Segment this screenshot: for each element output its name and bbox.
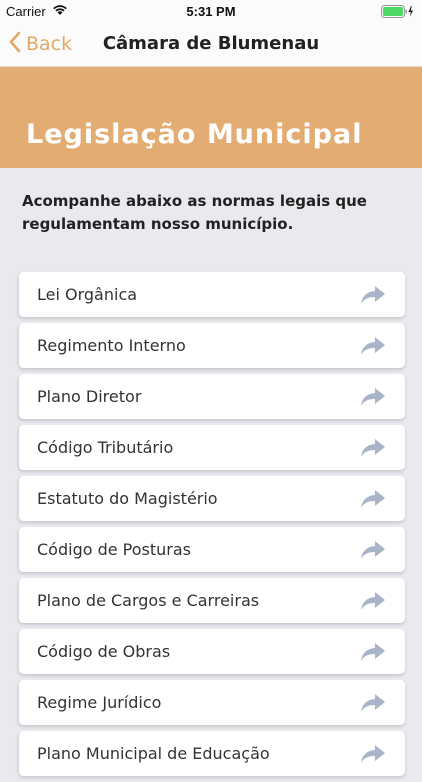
list-item-label: Regimento Interno (37, 336, 186, 355)
list-item-label: Plano de Cargos e Carreiras (37, 591, 260, 610)
status-time: 5:31 PM (186, 4, 236, 19)
list-item-label: Estatuto do Magistério (37, 489, 218, 508)
list-item[interactable]: Plano de Cargos e Carreiras (18, 578, 405, 623)
list-item-label: Plano Municipal de Educação (37, 744, 270, 763)
share-arrow-icon (359, 743, 387, 765)
list-item[interactable]: Lei Orgânica (18, 272, 405, 317)
list-item[interactable]: Plano Municipal de Educação (18, 731, 405, 776)
status-bar: Carrier 5:31 PM (0, 0, 422, 22)
page-title: Legislação Municipal (26, 119, 363, 150)
list-item-label: Código Tributário (37, 438, 174, 457)
list-item-label: Plano Diretor (37, 387, 142, 406)
list-item-label: Código de Posturas (37, 540, 192, 559)
list-item[interactable]: Estatuto do Magistério (18, 476, 405, 521)
list-item[interactable]: Código de Posturas (18, 527, 405, 572)
list-item-label: Lei Orgânica (37, 285, 138, 304)
list-item[interactable]: Código de Obras (18, 629, 405, 674)
nav-title: Câmara de Blumenau (102, 33, 320, 54)
list-item[interactable]: Plano Diretor (18, 374, 405, 419)
share-arrow-icon (359, 692, 387, 714)
share-arrow-icon (359, 284, 387, 306)
intro-text: Acompanhe abaixo as normas legais que re… (22, 192, 367, 233)
share-arrow-icon (359, 437, 387, 459)
share-arrow-icon (359, 386, 387, 408)
navigation-bar: Back Câmara de Blumenau (0, 22, 422, 67)
list-item[interactable]: Regimento Interno (18, 323, 405, 368)
header-banner: Legislação Municipal (0, 67, 422, 168)
list-item-label: Regime Jurídico (37, 693, 162, 712)
share-arrow-icon (359, 488, 387, 510)
list-item[interactable]: Regime Jurídico (18, 680, 405, 725)
share-arrow-icon (359, 641, 387, 663)
share-arrow-icon (359, 539, 387, 561)
list-item-label: Código de Obras (37, 642, 171, 661)
share-arrow-icon (359, 335, 387, 357)
share-arrow-icon (359, 590, 387, 612)
list-item[interactable]: Código Tributário (18, 425, 405, 470)
battery-icon (381, 5, 414, 21)
legislation-list: Lei Orgânica Regimento Interno Plano Diret… (18, 272, 405, 782)
